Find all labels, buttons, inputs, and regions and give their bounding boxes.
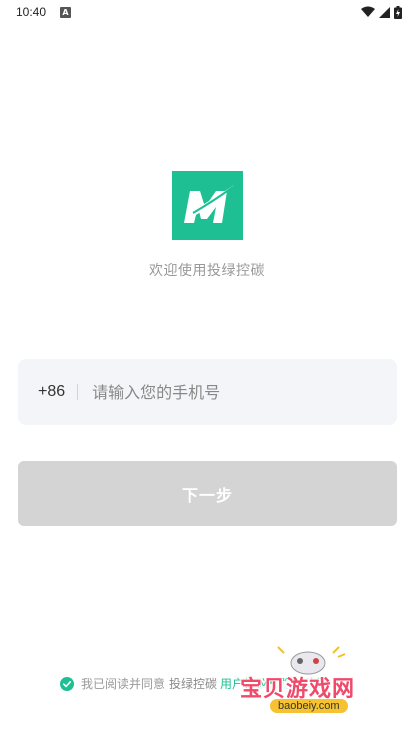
site-watermark: 宝贝游戏网 baobeiy.com <box>238 645 388 725</box>
battery-icon <box>394 5 402 19</box>
agreement-brand: 投绿控碳 <box>169 677 218 691</box>
phone-input[interactable] <box>92 382 343 402</box>
notification-icon: A <box>60 6 72 18</box>
signal-icon <box>379 6 390 18</box>
checkbox-checked-icon[interactable] <box>60 676 74 691</box>
watermark-url: baobeiy.com <box>270 699 348 713</box>
status-time: 10:40 <box>16 5 47 19</box>
login-screen: 10:40 A 欢迎使用投绿控碳 +86 请输入您的手机号 下一步 我已阅读并同… <box>0 0 414 737</box>
wifi-icon <box>361 6 375 17</box>
welcome-text: 欢迎使用投绿控碳 <box>149 263 265 279</box>
status-icons <box>361 5 402 19</box>
phone-field[interactable]: +86 <box>18 359 397 425</box>
country-code[interactable]: +86 <box>38 383 65 401</box>
next-button[interactable]: 下一步 <box>18 461 397 526</box>
logo-m-icon <box>184 185 234 223</box>
agreement-prefix: 我已阅读并同意 <box>81 677 166 691</box>
status-bar: 10:40 A <box>0 0 414 24</box>
app-logo <box>172 171 243 240</box>
field-divider <box>77 384 79 400</box>
